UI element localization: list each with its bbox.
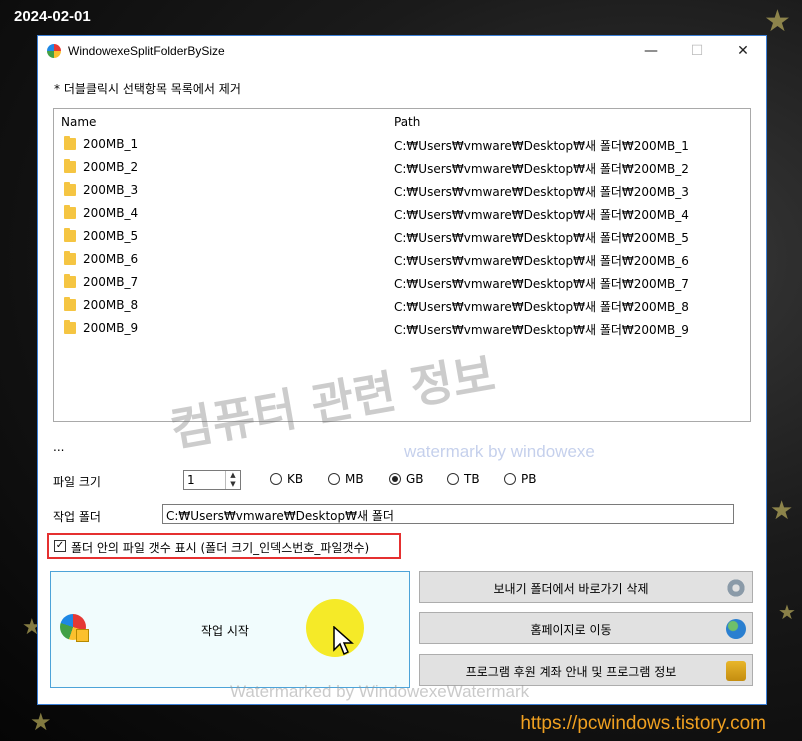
app-icon — [47, 44, 61, 58]
list-item[interactable]: 200MB_5 C:₩Users₩vmware₩Desktop₩새 폴더₩200M… — [54, 225, 750, 248]
radio-mb[interactable]: MB — [328, 472, 364, 486]
site-url: https://pcwindows.tistory.com — [520, 713, 766, 734]
list-item-path: C:₩Users₩vmware₩Desktop₩새 폴더₩200MB_3 — [394, 185, 689, 199]
radio-label: KB — [287, 472, 304, 486]
list-item[interactable]: 200MB_9 C:₩Users₩vmware₩Desktop₩새 폴더₩200M… — [54, 317, 750, 340]
minimize-button[interactable]: — — [628, 36, 674, 66]
list-item-name: 200MB_6 — [83, 252, 139, 266]
list-item-name: 200MB_1 — [83, 137, 139, 151]
window-title: WindowexeSplitFolderBySize — [68, 44, 225, 58]
homepage-button[interactable]: 홈페이지로 이동 — [419, 612, 753, 644]
radio-dot — [389, 473, 401, 485]
folder-icon — [64, 159, 76, 173]
column-header-path[interactable]: Path — [394, 115, 420, 129]
status-ellipsis: ... — [53, 440, 65, 454]
radio-gb[interactable]: GB — [389, 472, 424, 486]
title-bar[interactable]: WindowexeSplitFolderBySize — ☐ ✕ — [38, 36, 766, 66]
list-item-name: 200MB_5 — [83, 229, 139, 243]
folder-icon — [64, 205, 76, 219]
folder-icon — [64, 251, 76, 265]
watermark-sub: watermark by windowexe — [404, 442, 595, 461]
list-hint-text: * 더블클릭시 선택항목 목록에서 제거 — [54, 82, 241, 96]
background-star-icon: ★ — [778, 600, 796, 624]
column-header-name[interactable]: Name — [61, 115, 96, 129]
background-star-icon: ★ — [770, 496, 794, 526]
list-item[interactable]: 200MB_7 C:₩Users₩vmware₩Desktop₩새 폴더₩200M… — [54, 271, 750, 294]
folder-icon — [64, 320, 76, 334]
maximize-button[interactable]: ☐ — [674, 36, 720, 66]
folder-icon — [64, 228, 76, 242]
list-item[interactable]: 200MB_3 C:₩Users₩vmware₩Desktop₩새 폴더₩200M… — [54, 179, 750, 202]
list-item-path: C:₩Users₩vmware₩Desktop₩새 폴더₩200MB_7 — [394, 277, 689, 291]
background-star-icon: ★ — [30, 708, 52, 736]
date-stamp: 2024-02-01 — [14, 8, 91, 25]
delete-sendto-label: 보내기 폴더에서 바로가기 삭제 — [493, 582, 649, 596]
file-size-stepper[interactable]: 1 ▲ ▼ — [183, 470, 241, 490]
radio-label: PB — [521, 472, 537, 486]
radio-label: GB — [406, 472, 424, 486]
radio-dot — [504, 473, 516, 485]
file-size-label: 파일 크기 — [53, 475, 101, 489]
about-label: 프로그램 후원 계좌 안내 및 프로그램 정보 — [465, 665, 677, 679]
show-file-count-highlight: ✓ 폴더 안의 파일 갯수 표시 (폴더 크기_인덱스번호_파일갯수) — [47, 533, 401, 559]
coins-icon — [726, 661, 746, 681]
list-item-name: 200MB_2 — [83, 160, 139, 174]
homepage-label: 홈페이지로 이동 — [530, 623, 612, 637]
radio-label: MB — [345, 472, 364, 486]
start-task-label: 작업 시작 — [201, 624, 249, 638]
delete-sendto-shortcut-button[interactable]: 보내기 폴더에서 바로가기 삭제 — [419, 571, 753, 603]
list-item[interactable]: 200MB_1 C:₩Users₩vmware₩Desktop₩새 폴더₩200M… — [54, 133, 750, 156]
radio-pb[interactable]: PB — [504, 472, 536, 486]
list-item-path: C:₩Users₩vmware₩Desktop₩새 폴더₩200MB_9 — [394, 323, 689, 337]
list-item-path: C:₩Users₩vmware₩Desktop₩새 폴더₩200MB_6 — [394, 254, 689, 268]
list-header: Name Path — [54, 109, 750, 133]
gear-icon — [726, 578, 746, 598]
radio-tb[interactable]: TB — [447, 472, 480, 486]
app-window: WindowexeSplitFolderBySize — ☐ ✕ * 더블클릭시… — [37, 35, 767, 705]
show-file-count-label[interactable]: 폴더 안의 파일 갯수 표시 (폴더 크기_인덱스번호_파일갯수) — [71, 539, 369, 556]
stepper-down-icon[interactable]: ▼ — [226, 480, 240, 489]
radio-kb[interactable]: KB — [270, 472, 303, 486]
list-item-path: C:₩Users₩vmware₩Desktop₩새 폴더₩200MB_1 — [394, 139, 689, 153]
radio-dot — [328, 473, 340, 485]
list-item-path: C:₩Users₩vmware₩Desktop₩새 폴더₩200MB_8 — [394, 300, 689, 314]
list-item-path: C:₩Users₩vmware₩Desktop₩새 폴더₩200MB_2 — [394, 162, 689, 176]
close-button[interactable]: ✕ — [720, 36, 766, 66]
folder-icon — [64, 182, 76, 196]
list-item-name: 200MB_8 — [83, 298, 139, 312]
folder-list[interactable]: Name Path 200MB_1 C:₩Users₩vmware₩Desktop… — [53, 108, 751, 422]
list-item-path: C:₩Users₩vmware₩Desktop₩새 폴더₩200MB_4 — [394, 208, 689, 222]
radio-dot — [270, 473, 282, 485]
globe-icon — [726, 619, 746, 639]
list-item-name: 200MB_7 — [83, 275, 139, 289]
list-item[interactable]: 200MB_6 C:₩Users₩vmware₩Desktop₩새 폴더₩200M… — [54, 248, 750, 271]
radio-label: TB — [464, 472, 480, 486]
list-item-name: 200MB_9 — [83, 321, 139, 335]
stepper-up-icon[interactable]: ▲ — [226, 471, 240, 480]
list-item[interactable]: 200MB_2 C:₩Users₩vmware₩Desktop₩새 폴더₩200M… — [54, 156, 750, 179]
folder-icon — [64, 297, 76, 311]
list-item[interactable]: 200MB_4 C:₩Users₩vmware₩Desktop₩새 폴더₩200M… — [54, 202, 750, 225]
show-file-count-checkbox[interactable]: ✓ — [54, 540, 66, 552]
pie-chart-icon — [60, 614, 89, 642]
background-star-icon: ★ — [764, 4, 791, 39]
folder-icon — [64, 136, 76, 150]
file-size-value: 1 — [187, 473, 195, 487]
list-item-name: 200MB_3 — [83, 183, 139, 197]
about-button[interactable]: 프로그램 후원 계좌 안내 및 프로그램 정보 — [419, 654, 753, 686]
list-item[interactable]: 200MB_8 C:₩Users₩vmware₩Desktop₩새 폴더₩200M… — [54, 294, 750, 317]
folder-icon — [64, 274, 76, 288]
window-controls: — ☐ ✕ — [628, 36, 766, 66]
list-item-path: C:₩Users₩vmware₩Desktop₩새 폴더₩200MB_5 — [394, 231, 689, 245]
radio-dot — [447, 473, 459, 485]
list-item-name: 200MB_4 — [83, 206, 139, 220]
work-folder-label: 작업 폴더 — [53, 510, 101, 524]
work-folder-input[interactable]: C:₩Users₩vmware₩Desktop₩새 폴더 — [162, 504, 734, 524]
mouse-cursor-icon — [333, 626, 354, 656]
